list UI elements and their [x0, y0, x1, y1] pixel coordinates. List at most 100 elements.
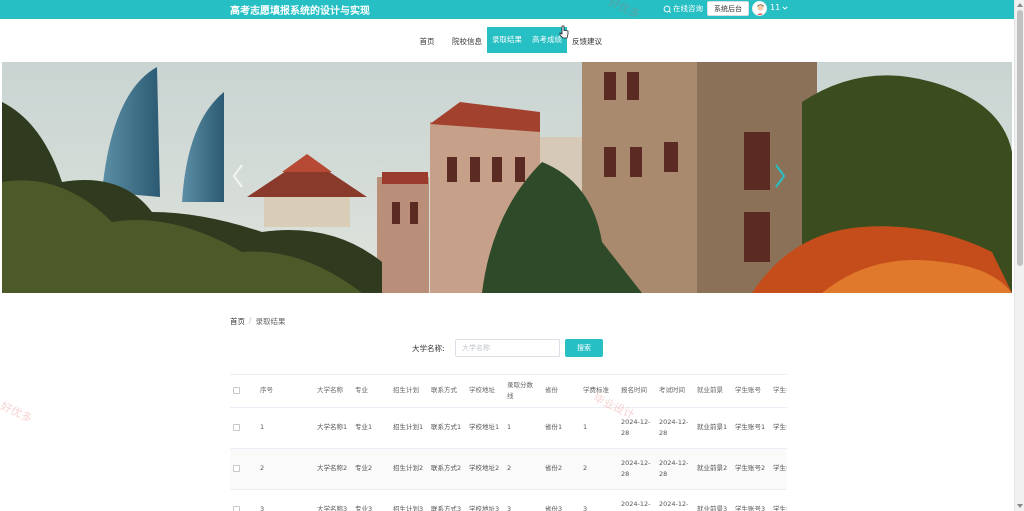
table-cell: 1 [257, 407, 314, 449]
table-row[interactable]: 2 大学名称2 专业2 招生计划2 联系方式2 学校地址2 2 省份2 2 20… [230, 448, 787, 490]
online-consult-link[interactable]: 在线咨询 [663, 3, 703, 14]
scroll-up-arrow-icon[interactable] [1017, 3, 1023, 7]
column-header: 报名时间 [618, 375, 656, 408]
main-nav: 首页 院校信息 录取结果 高考成绩 反馈建议 [0, 19, 1014, 62]
scroll-down-arrow-icon[interactable] [1017, 504, 1023, 508]
table-cell: 1 [504, 407, 542, 449]
table-cell: 2 [580, 448, 618, 490]
banner-carousel [2, 62, 1012, 293]
table-row[interactable]: 1 大学名称1 专业1 招生计划1 联系方式1 学校地址1 1 省份1 1 20… [230, 407, 787, 449]
nav-item-home[interactable]: 首页 [413, 31, 441, 53]
table-cell: 学生名 [770, 448, 787, 490]
column-header: 就业前景 [694, 375, 732, 408]
table-cell: 就业前景3 [694, 489, 732, 511]
row-select-cell[interactable] [230, 489, 257, 511]
column-header: 学校地址 [466, 375, 504, 408]
row-select-cell[interactable] [230, 448, 257, 490]
table-cell: 省份1 [542, 407, 580, 449]
carousel-next-arrow[interactable] [772, 162, 788, 190]
table-cell: 省份2 [542, 448, 580, 490]
row-checkbox[interactable] [233, 423, 240, 431]
select-all-cell[interactable] [230, 375, 257, 408]
system-admin-button[interactable]: 系统后台 [707, 1, 749, 16]
table-cell: 大学名称2 [314, 448, 352, 490]
top-header-bar: 高考志愿填报系统的设计与实现 在线咨询 系统后台 11 [0, 0, 1014, 19]
column-header: 学费标准 [580, 375, 618, 408]
breadcrumb: 首页 / 录取结果 [230, 316, 286, 327]
nav-item-schools[interactable]: 院校信息 [447, 31, 487, 53]
table-cell: 省份3 [542, 489, 580, 511]
search-button[interactable]: 搜索 [565, 339, 603, 357]
breadcrumb-home[interactable]: 首页 [230, 316, 245, 327]
table-cell: 联系方式3 [428, 489, 466, 511]
table-cell: 1 [580, 407, 618, 449]
table-cell: 招生计划2 [390, 448, 428, 490]
scrollbar-thumb[interactable] [1017, 10, 1023, 266]
table-cell: 学生账号2 [732, 448, 770, 490]
table-cell: 招生计划1 [390, 407, 428, 449]
column-header: 学生账号 [732, 375, 770, 408]
table-cell: 学校地址1 [466, 407, 504, 449]
table-cell: 2024-12-28 [618, 489, 656, 511]
table-cell: 就业前景1 [694, 407, 732, 449]
table-cell: 联系方式2 [428, 448, 466, 490]
chevron-down-icon [782, 6, 788, 10]
column-header: 学生名 [770, 375, 787, 408]
table-cell: 学校地址2 [466, 448, 504, 490]
banner-image [2, 62, 1012, 293]
table-cell: 学生账号1 [732, 407, 770, 449]
table-cell: 2 [504, 448, 542, 490]
table-cell: 专业3 [352, 489, 390, 511]
table-cell: 联系方式1 [428, 407, 466, 449]
mouse-cursor-icon [559, 25, 569, 39]
table-cell: 招生计划3 [390, 489, 428, 511]
table-cell: 大学名称3 [314, 489, 352, 511]
table-cell: 2024-12-28 [656, 448, 694, 490]
user-avatar[interactable] [752, 1, 767, 16]
page-scrollbar[interactable] [1014, 0, 1024, 511]
table-cell: 2024-12-28 [618, 407, 656, 449]
table-cell: 学生名 [770, 407, 787, 449]
table-cell: 3 [504, 489, 542, 511]
column-header: 专业 [352, 375, 390, 408]
table-cell: 学校地址3 [466, 489, 504, 511]
site-title: 高考志愿填报系统的设计与实现 [230, 6, 370, 17]
row-checkbox[interactable] [233, 464, 240, 472]
column-header: 大学名称 [314, 375, 352, 408]
nav-item-feedback[interactable]: 反馈建议 [567, 31, 607, 53]
table-cell: 3 [580, 489, 618, 511]
carousel-prev-arrow[interactable] [230, 162, 246, 190]
table-cell: 就业前景2 [694, 448, 732, 490]
column-header: 招生计划 [390, 375, 428, 408]
user-menu[interactable]: 11 [770, 3, 788, 12]
row-select-cell[interactable] [230, 407, 257, 449]
table-cell: 2024-12-28 [656, 407, 694, 449]
column-header: 序号 [257, 375, 314, 408]
table-cell: 专业1 [352, 407, 390, 449]
nav-item-admission-results[interactable]: 录取结果 [487, 27, 527, 53]
table-cell: 3 [257, 489, 314, 511]
username-label: 11 [770, 3, 781, 12]
watermark: 好优多 [0, 399, 34, 426]
table-cell: 2024-12-28 [656, 489, 694, 511]
university-name-search-input[interactable] [455, 339, 560, 357]
admission-results-table: 序号 大学名称 专业 招生计划 联系方式 学校地址 录取分数线 省份 学费标准 … [230, 374, 787, 511]
column-header: 联系方式 [428, 375, 466, 408]
table-cell: 2 [257, 448, 314, 490]
table-header-row: 序号 大学名称 专业 招生计划 联系方式 学校地址 录取分数线 省份 学费标准 … [230, 375, 787, 408]
table-cell: 2024-12-28 [618, 448, 656, 490]
table-row[interactable]: 3 大学名称3 专业3 招生计划3 联系方式3 学校地址3 3 省份3 3 20… [230, 489, 787, 511]
breadcrumb-separator: / [249, 316, 252, 325]
table-cell: 大学名称1 [314, 407, 352, 449]
table-cell: 专业2 [352, 448, 390, 490]
app-root: 高考志愿填报系统的设计与实现 在线咨询 系统后台 11 首页 院校信息 录取结果… [0, 0, 1024, 511]
search-label: 大学名称: [412, 344, 445, 353]
breadcrumb-current: 录取结果 [255, 317, 286, 326]
column-header: 录取分数线 [504, 375, 542, 408]
table-cell: 学生名 [770, 489, 787, 511]
column-header: 考试时间 [656, 375, 694, 408]
select-all-checkbox[interactable] [233, 386, 240, 394]
online-consult-label: 在线咨询 [673, 4, 703, 13]
table-cell: 学生账号3 [732, 489, 770, 511]
row-checkbox[interactable] [233, 505, 240, 511]
